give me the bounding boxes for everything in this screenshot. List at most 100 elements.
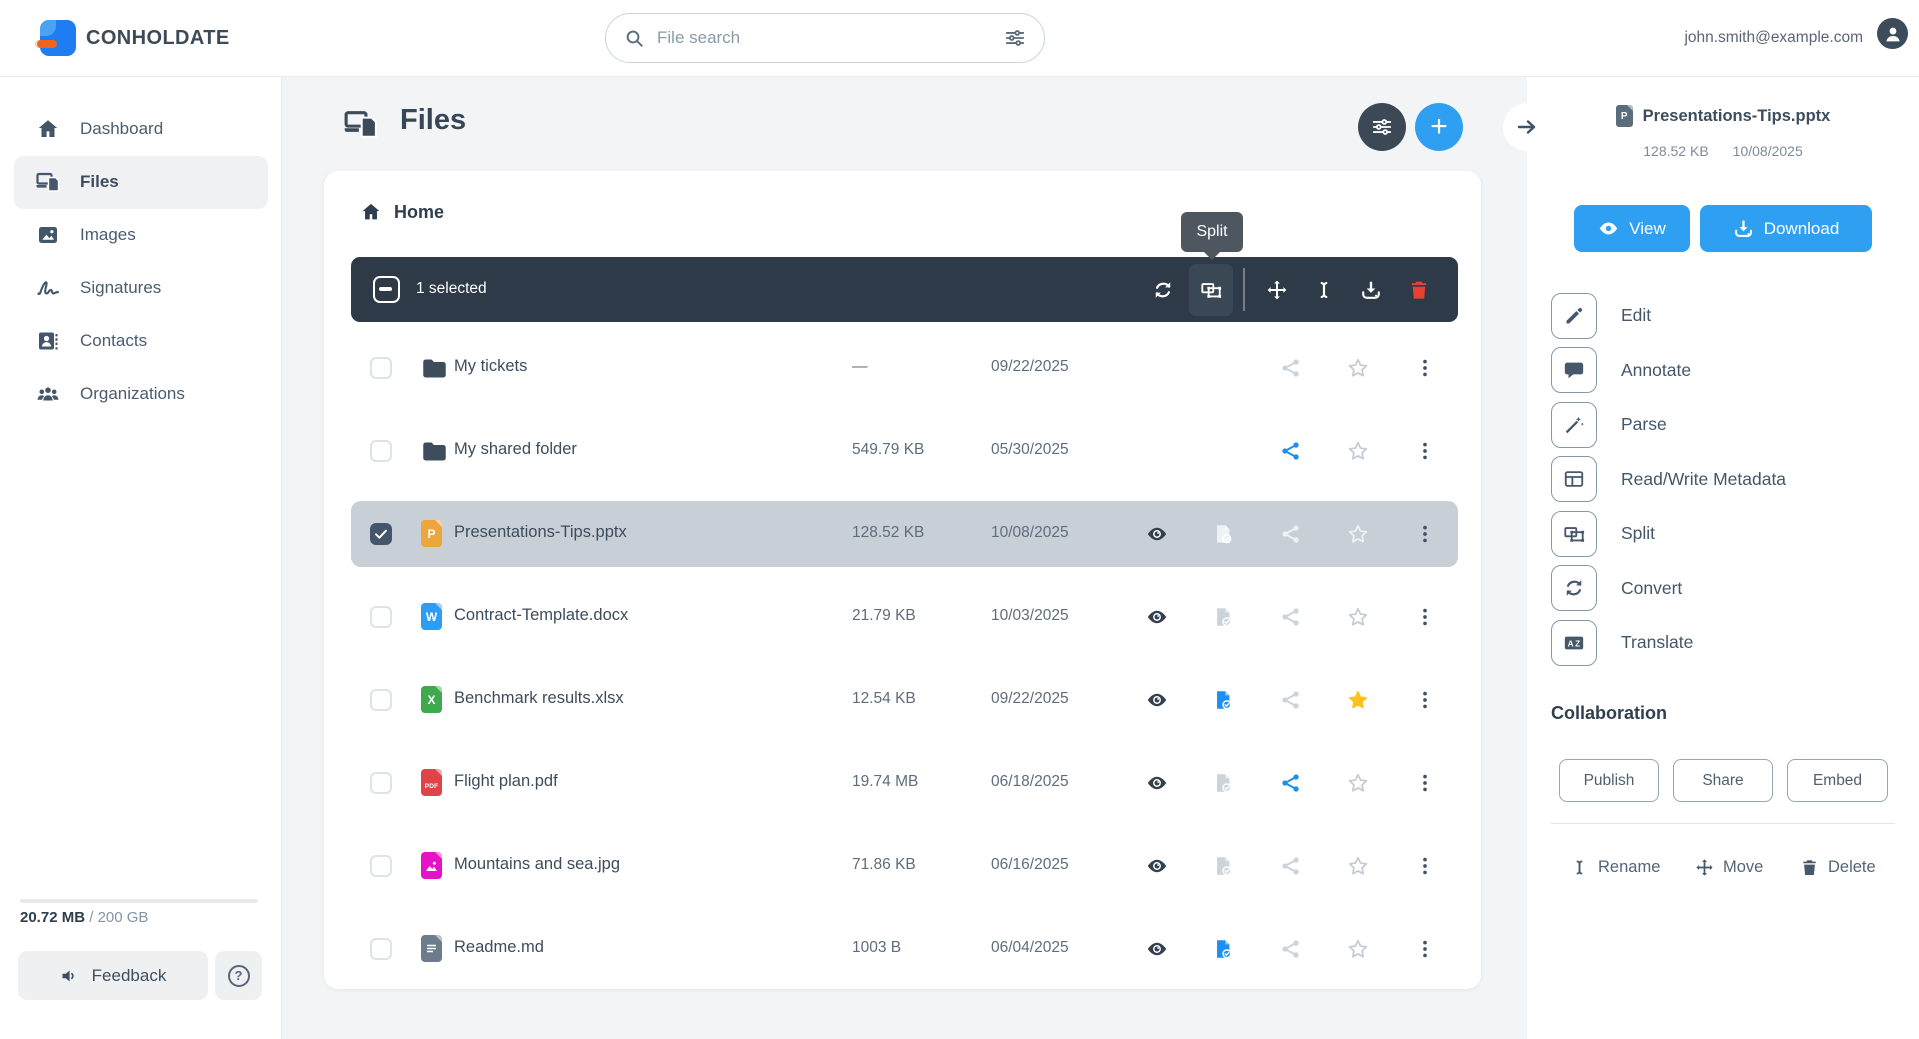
file-row[interactable]: My tickets—09/22/2025 bbox=[351, 335, 1458, 401]
approve-doc-button[interactable] bbox=[1210, 667, 1236, 733]
panel-action-edit[interactable]: Edit bbox=[1551, 292, 1895, 339]
panel-file-date: 10/08/2025 bbox=[1733, 143, 1803, 159]
file-row[interactable]: Mountains and sea.jpg71.86 KB06/16/2025 bbox=[351, 833, 1458, 899]
rename-button[interactable]: Rename bbox=[1570, 845, 1660, 889]
row-menu-button[interactable] bbox=[1412, 335, 1438, 401]
share-button[interactable] bbox=[1278, 584, 1304, 650]
approve-doc-button[interactable] bbox=[1210, 501, 1236, 567]
conholdate-logo-icon[interactable] bbox=[40, 20, 76, 56]
view-eye-button[interactable] bbox=[1144, 501, 1170, 567]
sidebar-item-signatures[interactable]: Signatures bbox=[14, 262, 268, 315]
share-button[interactable] bbox=[1278, 916, 1304, 982]
ibeam-icon bbox=[1313, 279, 1335, 301]
view-eye-button[interactable] bbox=[1144, 916, 1170, 982]
file-row[interactable]: XBenchmark results.xlsx12.54 KB09/22/202… bbox=[351, 667, 1458, 733]
row-checkbox[interactable] bbox=[370, 855, 392, 877]
panel-action-read-write-metadata[interactable]: Read/Write Metadata bbox=[1551, 456, 1895, 503]
panel-action-parse[interactable]: Parse bbox=[1551, 401, 1895, 448]
sidebar-item-organizations[interactable]: Organizations bbox=[14, 368, 268, 421]
search-filter-icon[interactable] bbox=[1004, 27, 1026, 49]
favorite-star-button[interactable] bbox=[1345, 335, 1371, 401]
file-row[interactable]: WContract-Template.docx21.79 KB10/03/202… bbox=[351, 584, 1458, 650]
convert-icon bbox=[1551, 565, 1597, 611]
panel-action-convert[interactable]: Convert bbox=[1551, 565, 1895, 612]
share-button[interactable] bbox=[1278, 335, 1304, 401]
row-checkbox[interactable] bbox=[370, 440, 392, 462]
file-row[interactable]: My shared folder549.79 KB05/30/2025 bbox=[351, 418, 1458, 484]
row-checkbox[interactable] bbox=[370, 772, 392, 794]
row-menu-button[interactable] bbox=[1412, 750, 1438, 816]
delete-button[interactable] bbox=[1397, 257, 1441, 322]
favorite-star-button[interactable] bbox=[1345, 750, 1371, 816]
add-button[interactable]: + bbox=[1415, 103, 1463, 151]
view-button[interactable]: View bbox=[1574, 205, 1690, 252]
breadcrumb[interactable]: Home bbox=[360, 201, 444, 223]
view-eye-button[interactable] bbox=[1144, 750, 1170, 816]
sidebar-item-contacts[interactable]: Contacts bbox=[14, 315, 268, 368]
home-icon bbox=[360, 201, 382, 223]
approve-doc-button[interactable] bbox=[1210, 750, 1236, 816]
rename-button[interactable] bbox=[1302, 257, 1346, 322]
share-button[interactable] bbox=[1278, 418, 1304, 484]
view-eye-button[interactable] bbox=[1144, 667, 1170, 733]
share-button[interactable] bbox=[1278, 667, 1304, 733]
share-button[interactable]: Share bbox=[1673, 759, 1773, 802]
favorite-star-button[interactable] bbox=[1345, 501, 1371, 567]
favorite-star-button[interactable] bbox=[1345, 418, 1371, 484]
row-checkbox[interactable] bbox=[370, 606, 392, 628]
row-checkbox[interactable] bbox=[370, 357, 392, 379]
download-button[interactable] bbox=[1349, 257, 1393, 322]
panel-action-split[interactable]: Split bbox=[1551, 510, 1895, 557]
panel-collapse-button[interactable] bbox=[1503, 103, 1551, 151]
pdf-file-icon: PDF bbox=[421, 769, 442, 796]
file-size: 128.52 KB bbox=[852, 524, 924, 542]
file-row[interactable]: Readme.md1003 B06/04/2025 bbox=[351, 916, 1458, 982]
share-button[interactable] bbox=[1278, 833, 1304, 899]
sidebar-item-files[interactable]: Files bbox=[14, 156, 268, 209]
avatar[interactable] bbox=[1877, 18, 1908, 49]
trash-icon bbox=[1800, 858, 1819, 877]
move-button[interactable]: Move bbox=[1695, 845, 1763, 889]
favorite-star-button[interactable] bbox=[1345, 916, 1371, 982]
approve-doc-button[interactable] bbox=[1210, 916, 1236, 982]
file-row[interactable]: PPresentations-Tips.pptx128.52 KB10/08/2… bbox=[351, 501, 1458, 567]
approve-doc-button[interactable] bbox=[1210, 833, 1236, 899]
view-eye-button[interactable] bbox=[1144, 833, 1170, 899]
panel-action-translate[interactable]: AZTranslate bbox=[1551, 619, 1895, 666]
favorite-star-button[interactable] bbox=[1345, 667, 1371, 733]
storage-usage: 20.72 MB / 200 GB bbox=[20, 909, 148, 926]
share-button[interactable] bbox=[1278, 501, 1304, 567]
feedback-button[interactable]: Feedback bbox=[18, 951, 208, 1000]
select-all-checkbox[interactable] bbox=[373, 276, 400, 303]
split-button[interactable] bbox=[1189, 264, 1233, 316]
search-input[interactable] bbox=[657, 28, 1004, 48]
row-checkbox[interactable] bbox=[370, 938, 392, 960]
panel-action-annotate[interactable]: Annotate bbox=[1551, 347, 1895, 394]
move-button[interactable] bbox=[1255, 257, 1299, 322]
row-menu-button[interactable] bbox=[1412, 667, 1438, 733]
sidebar-item-dashboard[interactable]: Dashboard bbox=[14, 103, 268, 156]
delete-button[interactable]: Delete bbox=[1800, 845, 1876, 889]
row-checkbox[interactable] bbox=[370, 523, 392, 545]
sidebar-item-images[interactable]: Images bbox=[14, 209, 268, 262]
favorite-star-button[interactable] bbox=[1345, 833, 1371, 899]
favorite-star-button[interactable] bbox=[1345, 584, 1371, 650]
row-menu-button[interactable] bbox=[1412, 833, 1438, 899]
row-menu-button[interactable] bbox=[1412, 916, 1438, 982]
embed-button[interactable]: Embed bbox=[1787, 759, 1888, 802]
row-checkbox[interactable] bbox=[370, 689, 392, 711]
file-row[interactable]: PDFFlight plan.pdf19.74 MB06/18/2025 bbox=[351, 750, 1458, 816]
share-button[interactable] bbox=[1278, 750, 1304, 816]
row-menu-button[interactable] bbox=[1412, 501, 1438, 567]
publish-button[interactable]: Publish bbox=[1559, 759, 1659, 802]
top-bar: CONHOLDATE john.smith@example.com bbox=[0, 0, 1919, 77]
view-settings-button[interactable] bbox=[1358, 103, 1406, 151]
view-eye-button[interactable] bbox=[1144, 584, 1170, 650]
row-menu-button[interactable] bbox=[1412, 418, 1438, 484]
row-menu-button[interactable] bbox=[1412, 584, 1438, 650]
convert-button[interactable] bbox=[1141, 257, 1185, 322]
approve-doc-button[interactable] bbox=[1210, 584, 1236, 650]
download-button[interactable]: Download bbox=[1700, 205, 1872, 252]
sidebar-item-label: Contacts bbox=[80, 331, 147, 351]
help-button[interactable]: ? bbox=[215, 951, 262, 1000]
